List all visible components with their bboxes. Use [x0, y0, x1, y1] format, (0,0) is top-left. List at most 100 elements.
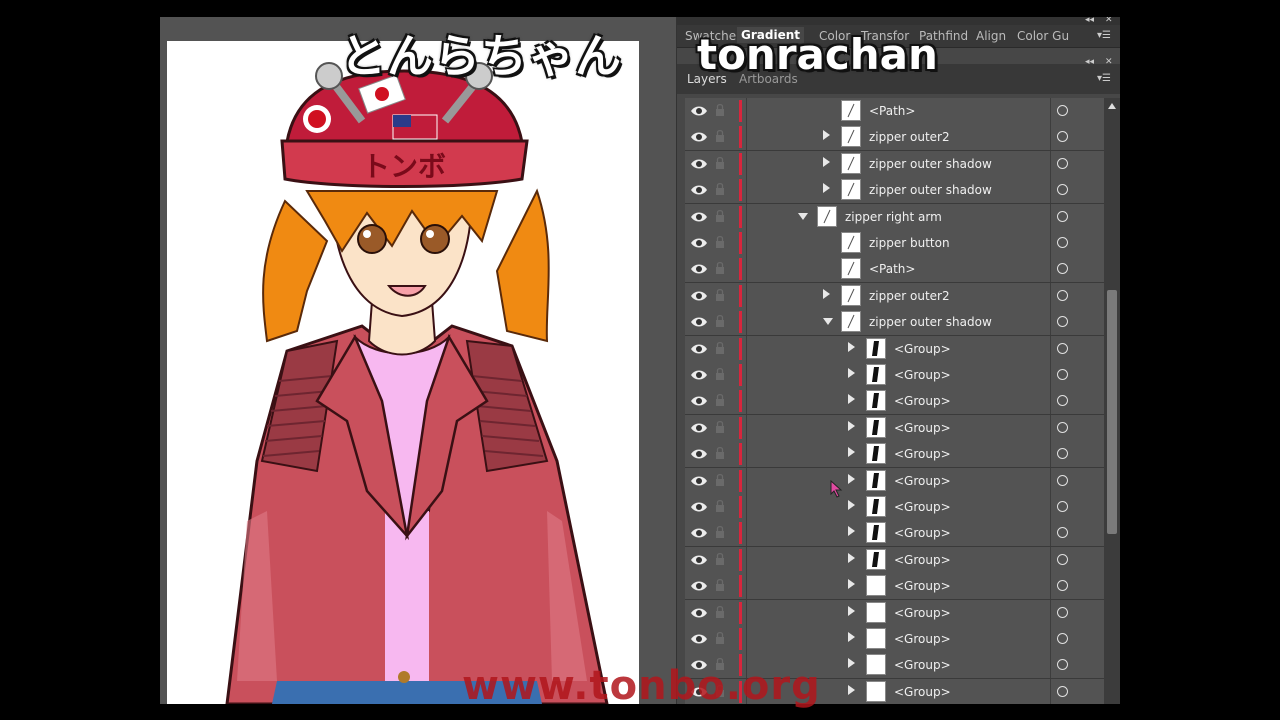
eye-icon[interactable]	[690, 102, 708, 120]
lock-icon[interactable]	[714, 578, 726, 592]
expand-right-arrow-icon[interactable]	[848, 341, 855, 352]
target-circle-icon[interactable]	[1057, 659, 1068, 671]
target-circle-icon[interactable]	[1057, 369, 1068, 380]
layer-name[interactable]: <Group>	[894, 553, 951, 567]
layer-row[interactable]: <Group>	[685, 388, 1104, 416]
target-circle-icon[interactable]	[1057, 210, 1068, 222]
layer-name[interactable]: <Group>	[894, 368, 951, 382]
expand-right-arrow-icon[interactable]	[823, 130, 830, 141]
lock-icon[interactable]	[714, 288, 726, 302]
layer-row[interactable]: <Group>	[685, 335, 1104, 363]
expand-down-arrow-icon[interactable]	[823, 318, 833, 326]
layer-row[interactable]: <Group>	[685, 626, 1104, 653]
panel-menu-icon[interactable]: ▾☰	[1097, 30, 1111, 41]
target-circle-icon[interactable]	[1057, 580, 1068, 592]
lock-icon[interactable]	[714, 314, 726, 328]
lock-icon[interactable]	[714, 499, 726, 513]
artboard[interactable]: トンボ	[167, 41, 639, 704]
eye-icon[interactable]	[690, 234, 708, 252]
expand-right-arrow-icon[interactable]	[848, 684, 855, 695]
eye-icon[interactable]	[690, 577, 708, 595]
eye-icon[interactable]	[690, 260, 708, 278]
layer-row[interactable]: <Path>	[685, 98, 1104, 125]
expand-right-arrow-icon[interactable]	[823, 288, 830, 299]
lock-icon[interactable]	[714, 525, 726, 539]
close-icon[interactable]: ✕	[1105, 17, 1113, 25]
layer-name[interactable]: <Group>	[894, 632, 951, 646]
layer-name[interactable]: <Group>	[894, 526, 951, 540]
lock-icon[interactable]	[714, 446, 726, 460]
layer-row[interactable]: zipper outer2	[685, 124, 1104, 152]
eye-icon[interactable]	[690, 498, 708, 516]
layer-name[interactable]: <Group>	[894, 474, 951, 488]
lock-icon[interactable]	[714, 473, 726, 487]
expand-right-arrow-icon[interactable]	[848, 579, 855, 590]
target-circle-icon[interactable]	[1057, 527, 1068, 539]
layer-name[interactable]: <Group>	[894, 685, 951, 699]
tab-color-guide[interactable]: Color Gu	[1017, 29, 1069, 43]
layer-row[interactable]: zipper outer shadow	[685, 150, 1104, 178]
layer-row[interactable]: <Group>	[685, 441, 1104, 469]
collapse-icon[interactable]: ◂◂	[1085, 17, 1094, 25]
target-circle-icon[interactable]	[1057, 237, 1068, 248]
target-circle-icon[interactable]	[1057, 501, 1068, 512]
expand-right-arrow-icon[interactable]	[848, 394, 855, 405]
layer-name[interactable]: zipper outer shadow	[869, 183, 992, 197]
target-circle-icon[interactable]	[1057, 685, 1068, 697]
layer-name[interactable]: <Group>	[894, 500, 951, 514]
target-circle-icon[interactable]	[1057, 448, 1068, 460]
expand-right-arrow-icon[interactable]	[848, 500, 855, 510]
layer-row[interactable]: <Group>	[685, 467, 1104, 495]
layer-row[interactable]: <Group>	[685, 494, 1104, 521]
expand-right-arrow-icon[interactable]	[848, 473, 855, 484]
eye-icon[interactable]	[690, 551, 708, 569]
expand-right-arrow-icon[interactable]	[848, 447, 855, 458]
layer-name[interactable]: <Group>	[894, 342, 951, 356]
layer-name[interactable]: zipper outer2	[869, 289, 950, 303]
layer-name[interactable]: <Group>	[894, 394, 951, 408]
target-circle-icon[interactable]	[1057, 316, 1068, 328]
target-circle-icon[interactable]	[1057, 342, 1068, 354]
layer-name[interactable]: <Path>	[869, 262, 915, 276]
target-circle-icon[interactable]	[1057, 289, 1068, 301]
eye-icon[interactable]	[690, 313, 708, 331]
tab-align[interactable]: Align	[976, 29, 1006, 43]
layer-row[interactable]: <Path>	[685, 256, 1104, 284]
target-circle-icon[interactable]	[1057, 184, 1068, 196]
layer-name[interactable]: <Group>	[894, 606, 951, 620]
eye-icon[interactable]	[690, 604, 708, 622]
target-circle-icon[interactable]	[1057, 131, 1068, 143]
target-circle-icon[interactable]	[1057, 263, 1068, 275]
expand-right-arrow-icon[interactable]	[848, 526, 855, 537]
expand-right-arrow-icon[interactable]	[848, 368, 855, 378]
eye-icon[interactable]	[690, 630, 708, 648]
lock-icon[interactable]	[714, 261, 726, 275]
layer-name[interactable]: zipper outer2	[869, 130, 950, 144]
target-circle-icon[interactable]	[1057, 395, 1068, 407]
canvas-area[interactable]: トンボ	[160, 17, 676, 704]
lock-icon[interactable]	[714, 209, 726, 223]
expand-right-arrow-icon[interactable]	[848, 658, 855, 669]
expand-right-arrow-icon[interactable]	[848, 552, 855, 563]
lock-icon[interactable]	[714, 341, 726, 355]
eye-icon[interactable]	[690, 445, 708, 463]
layer-row[interactable]: zipper button	[685, 230, 1104, 257]
eye-icon[interactable]	[690, 287, 708, 305]
scroll-thumb[interactable]	[1107, 290, 1117, 534]
lock-icon[interactable]	[714, 129, 726, 143]
layer-row[interactable]: <Group>	[685, 546, 1104, 574]
expand-right-arrow-icon[interactable]	[823, 183, 830, 194]
lock-icon[interactable]	[714, 235, 726, 249]
layer-name[interactable]: zipper outer shadow	[869, 315, 992, 329]
layer-row[interactable]: <Group>	[685, 599, 1104, 627]
target-circle-icon[interactable]	[1057, 421, 1068, 433]
eye-icon[interactable]	[690, 524, 708, 542]
eye-icon[interactable]	[690, 392, 708, 410]
eye-icon[interactable]	[690, 208, 708, 226]
layer-name[interactable]: <Group>	[894, 658, 951, 672]
lock-icon[interactable]	[714, 103, 726, 117]
target-circle-icon[interactable]	[1057, 474, 1068, 486]
layers-scrollbar[interactable]	[1104, 98, 1120, 704]
layer-row[interactable]: <Group>	[685, 573, 1104, 601]
target-circle-icon[interactable]	[1057, 553, 1068, 565]
